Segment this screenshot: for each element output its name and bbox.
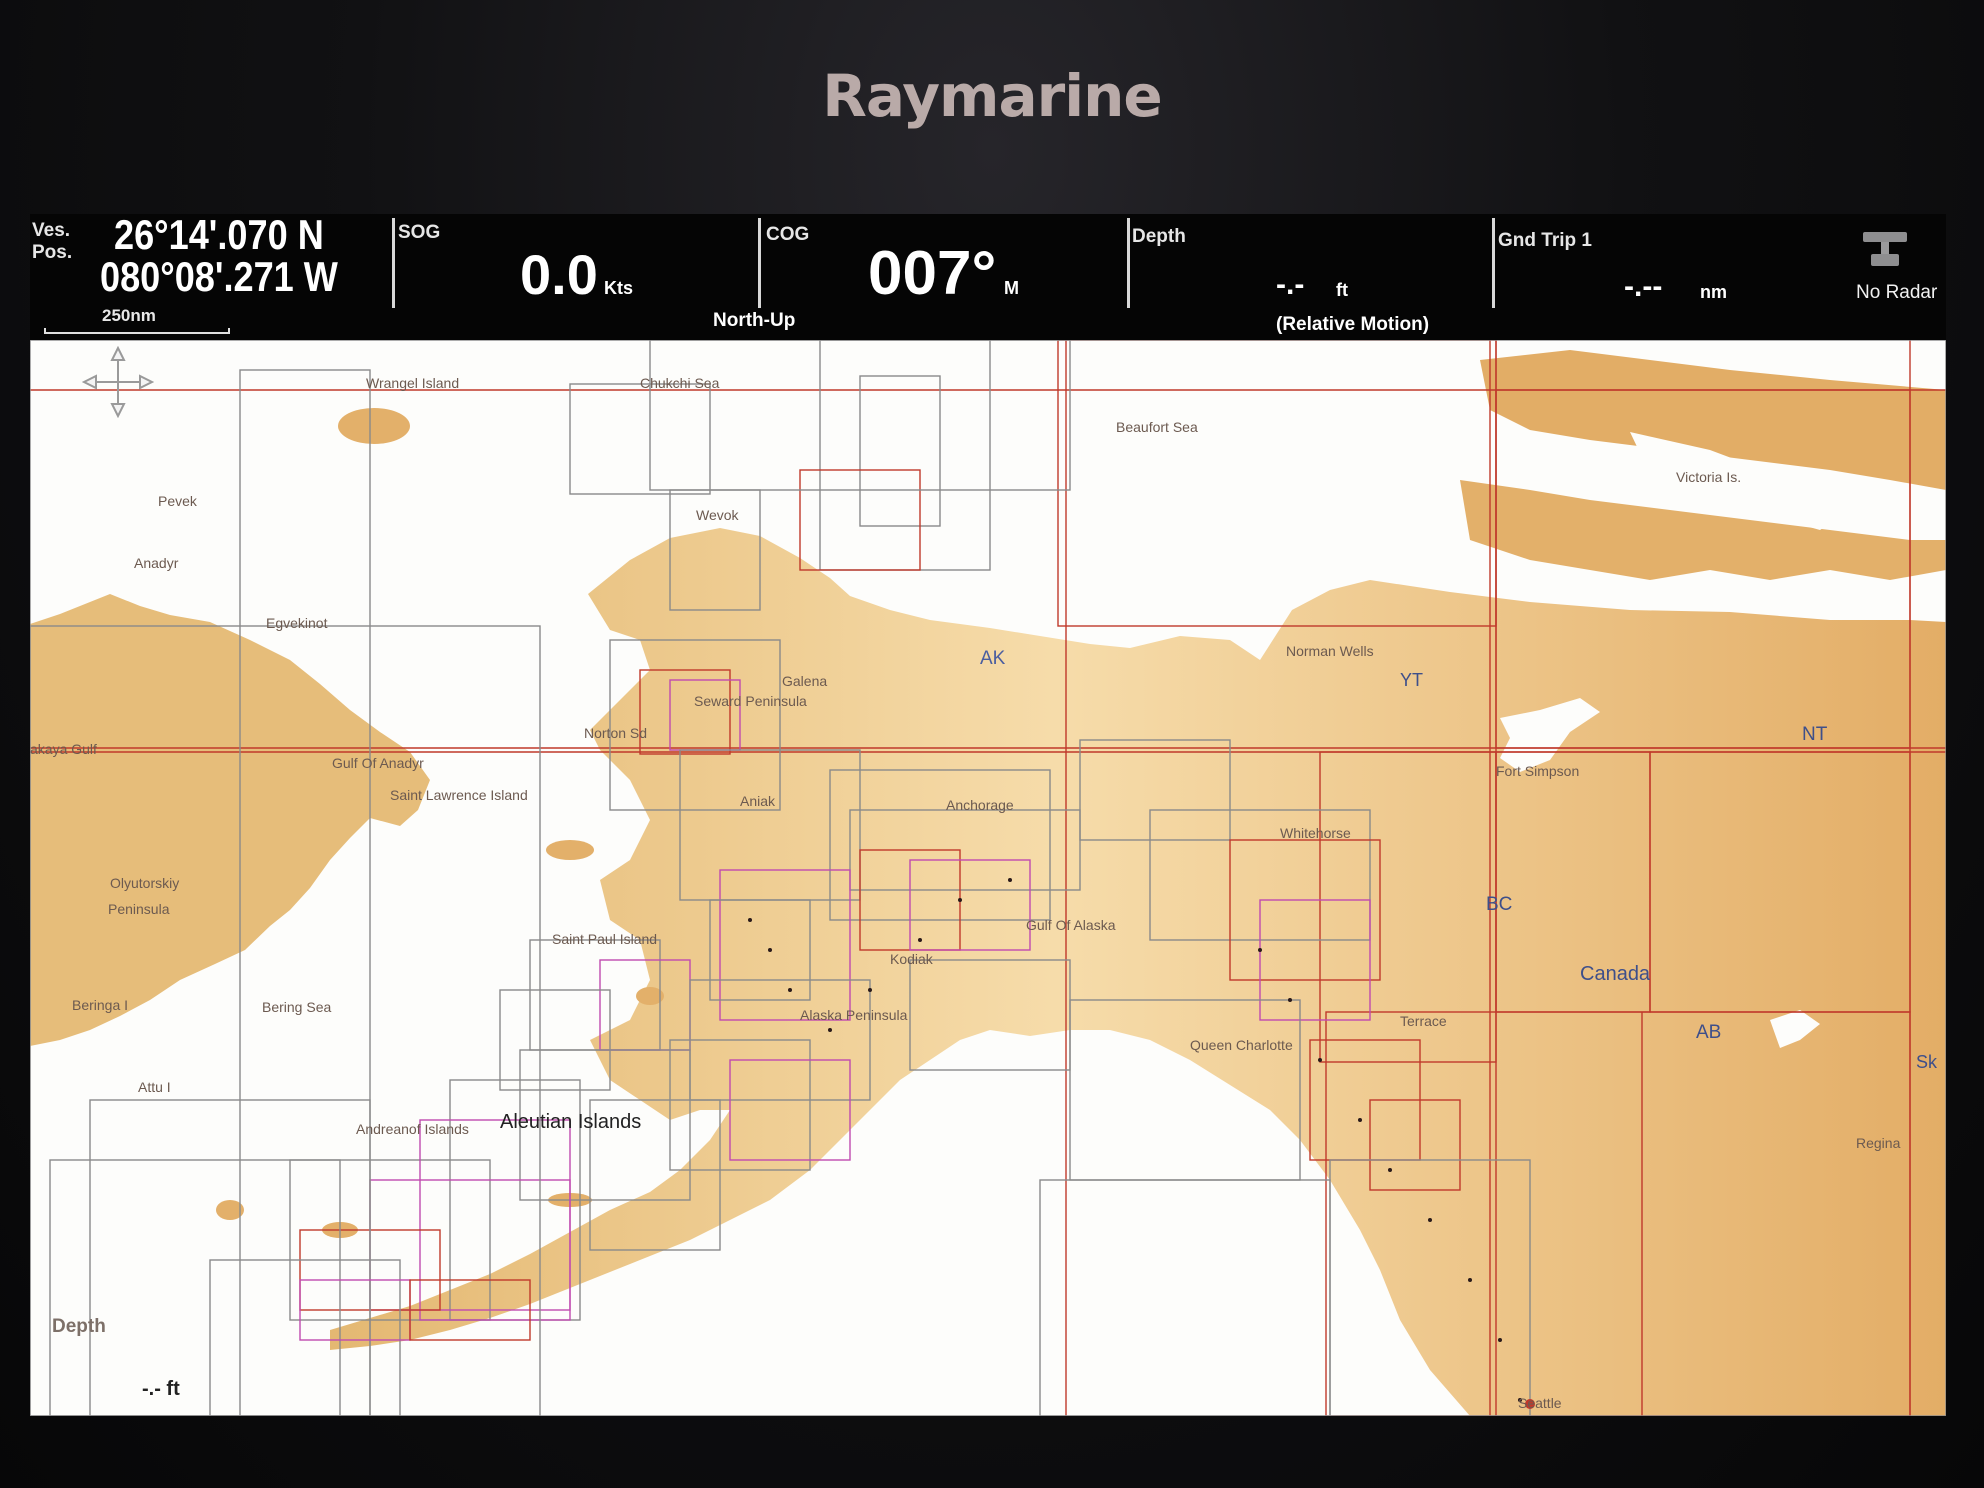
brand-logo: Raymarine <box>822 62 1163 130</box>
label-chukchi: Chukchi Sea <box>640 375 720 391</box>
chart-map[interactable]: Wrangel Island Chukchi Sea Beaufort Sea … <box>30 340 1946 1416</box>
divider <box>1127 218 1130 308</box>
label-kodiak: Kodiak <box>890 951 934 967</box>
cog-label: COG <box>766 224 810 245</box>
label-gulf-alaska: Gulf Of Alaska <box>1026 917 1116 933</box>
cog-unit: M <box>1004 278 1019 298</box>
label-galena: Galena <box>782 673 827 689</box>
label-yt: YT <box>1400 670 1423 690</box>
scale-bar <box>44 328 230 334</box>
label-beaufort: Beaufort Sea <box>1116 419 1198 435</box>
scale-label: 250nm <box>102 306 156 325</box>
map-depth-value: -.- ft <box>142 1378 180 1400</box>
label-bc: BC <box>1486 894 1512 915</box>
depth-value: -.- <box>1276 268 1305 301</box>
cog-value: 007° <box>868 239 997 308</box>
label-pevek: Pevek <box>158 493 198 509</box>
orientation-mode[interactable]: North-Up <box>713 310 795 332</box>
label-anchorage: Anchorage <box>946 797 1014 813</box>
depth-label: Depth <box>1132 226 1186 247</box>
map-depth-label: Depth <box>52 1316 106 1337</box>
radar-status[interactable]: No Radar <box>1856 282 1937 304</box>
chart-screen: Ves. Pos. 26°14'.070 N 080°08'.271 W SOG… <box>30 214 1946 1416</box>
label-attu: Attu I <box>138 1079 171 1095</box>
label-sk: Sk <box>1916 1052 1938 1072</box>
land-wrangel-island <box>338 408 410 444</box>
label-seattle: Seattle <box>1518 1395 1562 1411</box>
label-ak: AK <box>980 648 1006 669</box>
label-wevok: Wevok <box>696 507 740 523</box>
divider <box>1492 218 1495 308</box>
longitude-value: 080°08'.271 W <box>100 253 338 300</box>
label-alaska-pen: Alaska Peninsula <box>800 1007 908 1023</box>
sog-unit: Kts <box>604 278 634 298</box>
radar-icon[interactable] <box>1860 228 1910 276</box>
label-akaya: akaya Gulf <box>30 741 97 757</box>
latitude-value: 26°14'.070 N <box>114 214 324 258</box>
label-terrace: Terrace <box>1400 1013 1447 1029</box>
label-norman-wells: Norman Wells <box>1286 643 1374 659</box>
sog-label: SOG <box>398 222 441 243</box>
label-whitehorse: Whitehorse <box>1280 825 1351 841</box>
label-st-lawrence: Saint Lawrence Island <box>390 787 528 803</box>
label-andreanof: Andreanof Islands <box>356 1121 469 1137</box>
pan-cursor-icon[interactable] <box>82 346 154 418</box>
label-anadyr: Anadyr <box>134 555 179 571</box>
label-olyutorskiy: Olyutorskiy <box>110 875 179 891</box>
motion-mode[interactable]: (Relative Motion) <box>1276 314 1429 336</box>
label-egvekinot: Egvekinot <box>266 615 328 631</box>
depth-unit: ft <box>1336 280 1348 300</box>
divider <box>392 218 395 308</box>
label-canada: Canada <box>1580 963 1651 985</box>
label-ab: AB <box>1696 1022 1721 1043</box>
label-regina: Regina <box>1856 1135 1901 1151</box>
label-aniak: Aniak <box>740 793 776 809</box>
label-bering-sea: Bering Sea <box>262 999 331 1015</box>
label-norton: Norton Sd <box>584 725 647 741</box>
data-bar: Ves. Pos. 26°14'.070 N 080°08'.271 W SOG… <box>30 214 1946 340</box>
label-wrangel: Wrangel Island <box>366 375 459 391</box>
position-label: Ves. Pos. <box>32 220 72 264</box>
position-label-line2: Pos. <box>32 242 73 263</box>
label-gulf-anadyr: Gulf Of Anadyr <box>332 755 424 771</box>
label-peninsula: Peninsula <box>108 901 170 917</box>
gnd-trip-value: -.-- <box>1624 270 1663 303</box>
label-beringa: Beringa I <box>72 997 128 1013</box>
label-fort-simpson: Fort Simpson <box>1496 763 1579 779</box>
label-st-paul: Saint Paul Island <box>552 931 657 947</box>
divider <box>758 218 761 308</box>
position-label-line1: Ves. <box>32 220 71 241</box>
sog-value: 0.0 <box>520 243 598 306</box>
land-island <box>546 840 594 860</box>
gnd-trip-unit: nm <box>1700 282 1727 302</box>
label-aleutian: Aleutian Islands <box>500 1111 641 1133</box>
label-nt: NT <box>1802 724 1828 745</box>
label-victoria: Victoria Is. <box>1676 469 1741 485</box>
gnd-trip-label: Gnd Trip 1 <box>1498 230 1592 251</box>
label-seward: Seward Peninsula <box>694 693 807 709</box>
label-queen-charlotte: Queen Charlotte <box>1190 1037 1293 1053</box>
